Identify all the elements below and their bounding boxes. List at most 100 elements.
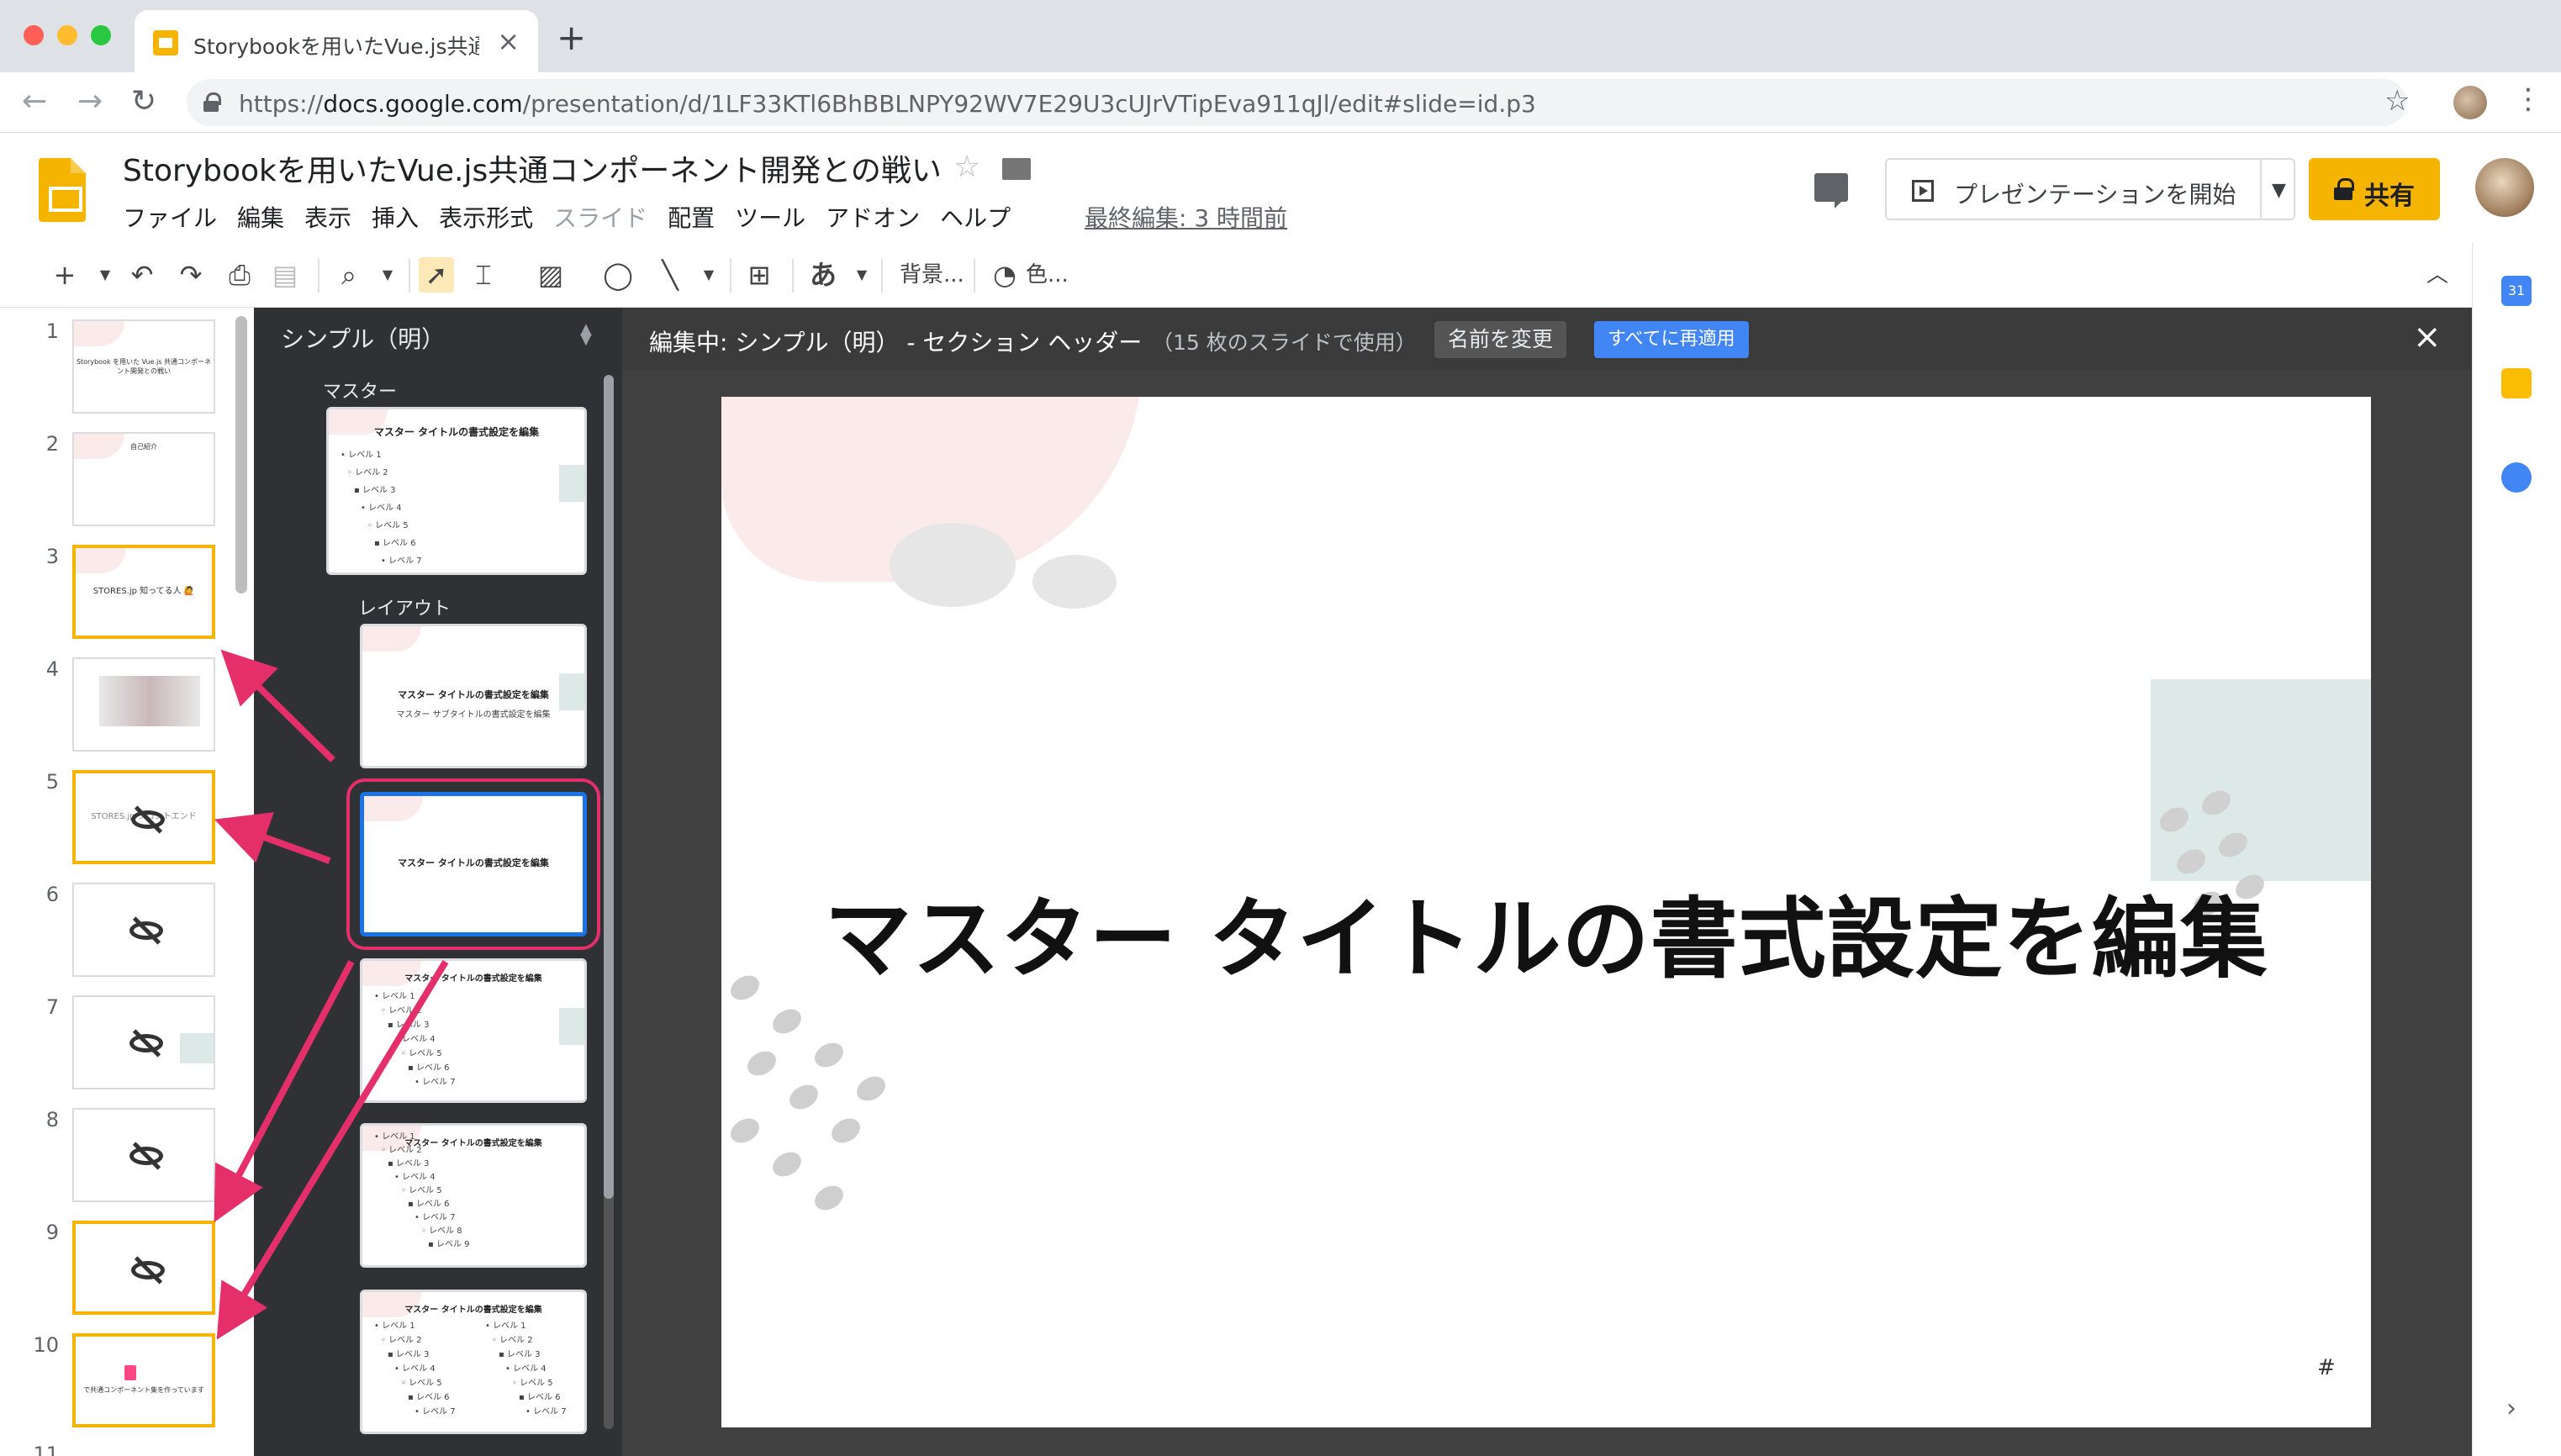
layout-thumbnail-section-header[interactable]: マスター タイトルの書式設定を編集 [346, 778, 600, 950]
menu-edit[interactable]: 編集 [237, 200, 284, 234]
thumb-decoration [74, 321, 124, 346]
layout-thumbnail-title-only-body[interactable]: マスター タイトルの書式設定を編集 • レベル 1 ◦ レベル 2 ▪ レベル … [360, 1123, 587, 1268]
tasks-icon[interactable] [2501, 462, 2532, 493]
zoom-icon[interactable]: ⌕ [331, 257, 367, 293]
thumb-screenshot [99, 676, 200, 726]
window-minimize-button[interactable] [57, 25, 77, 45]
layout-title-text: マスター タイトルの書式設定を編集 [398, 857, 549, 869]
select-cursor-icon[interactable]: ➚ [419, 257, 454, 293]
side-panel: 31 › [2472, 242, 2561, 1456]
last-edit-link[interactable]: 最終編集: 3 時間前 [1085, 200, 1287, 234]
present-button[interactable]: プレゼンテーションを開始 ▼ [1885, 158, 2295, 220]
text-box-icon[interactable]: ⌶ [466, 257, 501, 293]
redo-icon[interactable]: ↷ [173, 257, 209, 293]
collapse-toolbar-icon[interactable]: ︿ [2420, 257, 2455, 293]
keep-icon[interactable] [2501, 368, 2532, 398]
tab-close-icon[interactable]: × [497, 25, 520, 57]
comment-add-icon[interactable]: ⊞ [742, 257, 777, 293]
slide-number: 1 [45, 319, 59, 343]
present-dropdown-icon[interactable]: ▼ [2272, 180, 2286, 201]
palette-icon[interactable]: ◔ [987, 257, 1022, 293]
expand-panel-icon[interactable]: › [2506, 1394, 2516, 1423]
slide-thumbnail[interactable]: STORES.jp 知ってる人 🙋 [72, 545, 215, 639]
color-button[interactable]: 色... [1026, 257, 1069, 293]
profile-avatar[interactable] [2453, 86, 2487, 119]
menu-help[interactable]: ヘルプ [940, 200, 1011, 234]
url-field[interactable]: https://docs.google.com/presentation/d/1… [187, 79, 2406, 126]
slide-thumbnail[interactable]: Storybook を用いた Vue.js 共通コンポーネント開発との戦い [72, 319, 215, 414]
slide-thumbnail[interactable] [72, 995, 215, 1089]
account-avatar[interactable] [2475, 158, 2534, 217]
calendar-icon[interactable]: 31 [2501, 276, 2532, 306]
master-thumbnail[interactable]: マスター タイトルの書式設定を編集 • レベル 1 ◦ レベル 2 ▪ レベル … [326, 407, 587, 575]
forward-arrow-icon[interactable]: → [77, 84, 103, 119]
menu-insert[interactable]: 挿入 [372, 200, 419, 234]
slide-number: 5 [45, 770, 59, 794]
layout-scrollbar[interactable] [604, 375, 614, 1199]
menu-view[interactable]: 表示 [304, 200, 351, 234]
layout-thumbnail-title-body[interactable]: マスター タイトルの書式設定を編集 • レベル 1 ◦ レベル 2 ▪ レベル … [360, 958, 587, 1103]
text-style-dropdown-icon[interactable]: ▼ [844, 257, 879, 293]
slide-number: 8 [45, 1108, 59, 1132]
close-icon[interactable]: × [2413, 318, 2442, 356]
reapply-all-button[interactable]: すべてに再適用 [1594, 321, 1749, 358]
menu-arrange[interactable]: 配置 [668, 200, 715, 234]
bookmark-star-icon[interactable]: ☆ [2384, 84, 2410, 118]
slide-number: 7 [45, 995, 59, 1019]
text-style-button[interactable]: あ [805, 257, 841, 293]
share-label: 共有 [2364, 182, 2415, 211]
menu-file[interactable]: ファイル [123, 200, 217, 234]
folder-icon[interactable] [1002, 158, 1031, 180]
slides-logo-icon[interactable] [39, 158, 86, 222]
slide-thumbnail[interactable] [72, 1108, 215, 1202]
layout-thumbnail-title[interactable]: マスター タイトルの書式設定を編集 マスター サブタイトルの書式設定を編集 [360, 624, 587, 768]
layout-title-text: マスター タイトルの書式設定を編集 [398, 689, 549, 701]
line-icon[interactable]: ╲ [652, 257, 688, 293]
window-close-button[interactable] [24, 25, 44, 45]
slide-title-placeholder[interactable]: マスター タイトルの書式設定を編集 [721, 868, 2371, 994]
toolbar-divider [974, 259, 975, 293]
share-button[interactable]: 共有 [2309, 158, 2440, 220]
new-slide-dropdown-icon[interactable]: ▼ [87, 257, 123, 293]
new-slide-plus-icon[interactable]: + [47, 257, 82, 293]
master-label: マスター [323, 382, 398, 403]
menu-tools[interactable]: ツール [735, 200, 805, 234]
background-button[interactable]: 背景... [900, 257, 964, 293]
layout-thumbnail-two-columns[interactable]: マスター タイトルの書式設定を編集 • レベル 1 ◦ レベル 2 ▪ レベル … [360, 1290, 587, 1434]
slide-thumbnail[interactable] [72, 657, 215, 752]
theme-sort-icon[interactable]: ▲ ▼ [580, 322, 592, 347]
menu-addons[interactable]: アドオン [826, 200, 920, 234]
new-tab-button[interactable]: + [557, 20, 586, 55]
menu-slide[interactable]: スライド [553, 200, 647, 234]
slide-thumbnail[interactable] [72, 1221, 215, 1315]
shape-icon[interactable]: ◯ [600, 257, 636, 293]
slide-thumbnail[interactable] [72, 883, 215, 977]
print-icon[interactable]: ⎙ [222, 257, 257, 293]
zoom-dropdown-icon[interactable]: ▼ [370, 257, 405, 293]
image-icon[interactable]: ▨ [533, 257, 568, 293]
paint-format-icon[interactable]: ▤ [267, 257, 303, 293]
browser-tab[interactable]: Storybookを用いたVue.js共通コンポーネント開発との戦い × [135, 10, 538, 72]
usage-count: （15 枚のスライドで使用） [1152, 330, 1417, 355]
slide-number-placeholder[interactable]: # [2317, 1355, 2336, 1380]
slide-canvas[interactable]: マスター タイトルの書式設定を編集 # [721, 397, 2371, 1427]
undo-icon[interactable]: ↶ [124, 257, 160, 293]
comment-icon[interactable] [1814, 173, 1848, 208]
dot-decoration [742, 1046, 781, 1081]
line-dropdown-icon[interactable]: ▼ [691, 257, 726, 293]
slide-thumb-text: Storybook を用いた Vue.js 共通コンポーネント開発との戦い [76, 358, 212, 376]
star-icon[interactable]: ☆ [953, 150, 980, 184]
back-arrow-icon[interactable]: ← [22, 84, 47, 119]
document-title[interactable]: Storybookを用いたVue.js共通コンポーネント開発との戦い [123, 146, 942, 190]
dot-decoration [768, 1004, 806, 1039]
menu-format[interactable]: 表示形式 [439, 200, 533, 234]
rename-button[interactable]: 名前を変更 [1434, 321, 1567, 358]
slide-thumbnail[interactable]: 自己紹介 [72, 432, 215, 526]
hidden-slide-icon [129, 913, 163, 947]
browser-menu-icon[interactable]: ⋮ [2514, 82, 2543, 116]
window-zoom-button[interactable] [91, 25, 111, 45]
reload-icon[interactable]: ↻ [131, 84, 156, 119]
filmstrip-scrollbar[interactable] [235, 316, 247, 593]
slide-thumbnail[interactable]: STORES.jp フロントエンド [72, 770, 215, 864]
slide-thumbnail[interactable]: で共通コンポーネント集を作っています [72, 1333, 215, 1427]
